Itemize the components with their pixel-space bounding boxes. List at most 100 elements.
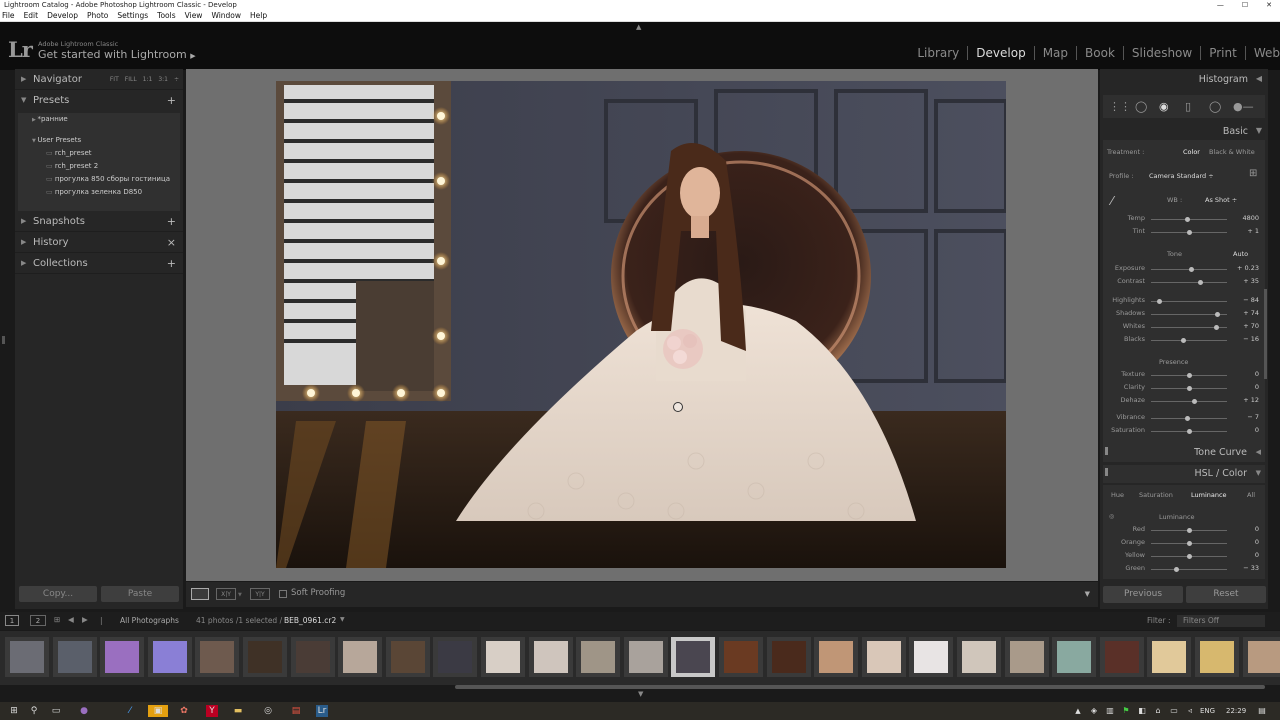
filmstrip-thumbnail[interactable] xyxy=(433,637,478,677)
before-after-icon[interactable]: X|Y xyxy=(216,588,236,600)
task-view-icon[interactable]: ▭ xyxy=(50,705,62,717)
slider-knob[interactable] xyxy=(1191,399,1197,404)
slider-saturation[interactable]: Saturation 0 xyxy=(1103,426,1265,436)
filmstrip-filename[interactable]: BEB_0961.cr2 xyxy=(284,616,336,625)
filter-dropdown[interactable]: Filters Off xyxy=(1177,615,1265,627)
slider-knob[interactable] xyxy=(1215,312,1221,317)
slider-value[interactable]: 0 xyxy=(1233,426,1259,434)
crop-tool-icon[interactable]: ⋮⋮ xyxy=(1109,100,1131,113)
histogram-collapse-icon[interactable]: ◀ xyxy=(1256,74,1262,83)
filmstrip-thumbnail[interactable] xyxy=(1147,637,1192,677)
slider-knob[interactable] xyxy=(1185,217,1191,222)
volume-icon[interactable]: ◃ xyxy=(1184,705,1196,717)
slider-track[interactable] xyxy=(1151,301,1227,302)
tray-icon[interactable]: ⌂ xyxy=(1152,705,1164,717)
slider-knob[interactable] xyxy=(1156,299,1162,304)
menu-file[interactable]: File xyxy=(2,10,15,21)
photo-preview[interactable] xyxy=(276,81,1006,568)
preset-item[interactable]: ▭ rch_preset xyxy=(18,147,180,160)
module-library[interactable]: Library xyxy=(909,46,969,60)
filmstrip-thumbnail[interactable] xyxy=(338,637,383,677)
slider-value[interactable]: + 0.23 xyxy=(1233,264,1259,272)
slider-knob[interactable] xyxy=(1187,429,1192,434)
previous-button[interactable]: Previous xyxy=(1103,586,1183,603)
filmstrip-thumbnail[interactable] xyxy=(195,637,240,677)
network-icon[interactable]: ▭ xyxy=(1168,705,1180,717)
tray-icon[interactable]: ▥ xyxy=(1104,705,1116,717)
filmstrip-thumbnail[interactable] xyxy=(481,637,525,677)
snapshots-header[interactable]: ▶ Snapshots + xyxy=(15,211,183,232)
add-preset-icon[interactable]: + xyxy=(167,90,176,111)
basic-collapse-icon[interactable]: ▼ xyxy=(1256,126,1262,135)
menu-view[interactable]: View xyxy=(185,10,203,21)
tray-icon[interactable]: ⚑ xyxy=(1120,705,1132,717)
filename-dropdown-icon[interactable]: ▼ xyxy=(340,616,345,623)
tray-icon[interactable]: ◧ xyxy=(1136,705,1148,717)
folder-icon[interactable]: ▬ xyxy=(232,705,244,717)
filmstrip-thumbnail[interactable] xyxy=(766,637,811,677)
filmstrip-thumbnail[interactable] xyxy=(100,637,145,677)
slider-value[interactable]: + 35 xyxy=(1233,277,1259,285)
slider-track[interactable] xyxy=(1151,401,1227,402)
filmstrip-thumbnail[interactable] xyxy=(385,637,430,677)
history-header[interactable]: ▶ History × xyxy=(15,232,183,253)
slider-track[interactable] xyxy=(1151,282,1227,283)
before-after-dropdown-icon[interactable]: ▼ xyxy=(238,592,242,598)
second-window-button[interactable]: 2 xyxy=(30,615,46,626)
filmstrip-thumbnail[interactable] xyxy=(290,637,335,677)
collections-header[interactable]: ▶ Collections + xyxy=(15,253,183,274)
slider-value[interactable]: − 16 xyxy=(1233,335,1259,343)
menu-help[interactable]: Help xyxy=(250,10,267,21)
hsl-header[interactable]: HSL / Color ▼ xyxy=(1103,465,1265,483)
reset-button[interactable]: Reset xyxy=(1186,586,1266,603)
slider-red[interactable]: Red 0 xyxy=(1103,525,1265,535)
slider-value[interactable]: − 7 xyxy=(1233,413,1259,421)
zoom-3-1[interactable]: 3:1 xyxy=(158,69,168,90)
hsl-tab-saturation[interactable]: Saturation xyxy=(1139,491,1173,499)
filmstrip-source[interactable]: All Photographs xyxy=(120,616,179,625)
lightroom-taskbar-icon[interactable]: Lr xyxy=(316,705,328,717)
white-balance-picker-icon[interactable]: ⁄ xyxy=(1111,194,1113,208)
graduated-filter-icon[interactable]: ▯ xyxy=(1185,100,1191,113)
app-icon[interactable]: ⁄ xyxy=(124,705,136,717)
tray-expand-icon[interactable]: ▲ xyxy=(1072,705,1084,717)
auto-tone-button[interactable]: Auto xyxy=(1233,250,1248,258)
filmstrip-thumbnail[interactable] xyxy=(909,637,954,677)
slider-knob[interactable] xyxy=(1188,267,1194,272)
slider-knob[interactable] xyxy=(1187,230,1192,235)
app-icon[interactable]: Y xyxy=(206,705,218,717)
slider-value[interactable]: + 1 xyxy=(1233,227,1259,235)
module-slideshow[interactable]: Slideshow xyxy=(1124,46,1202,60)
slider-value[interactable]: − 84 xyxy=(1233,296,1259,304)
filmstrip-thumbnail[interactable] xyxy=(814,637,859,677)
slider-track[interactable] xyxy=(1151,569,1227,570)
hsl-toggle-icon[interactable] xyxy=(1105,468,1108,476)
hsl-tab-luminance[interactable]: Luminance xyxy=(1191,491,1227,499)
language-indicator[interactable]: ENG xyxy=(1200,707,1215,715)
menu-edit[interactable]: Edit xyxy=(24,10,39,21)
left-panel-collapse-icon[interactable] xyxy=(2,336,5,344)
navigator-header[interactable]: ▶ Navigator FIT FILL 1:1 3:1 ÷ xyxy=(15,69,183,90)
preset-item[interactable]: ▭ прогулка зеленка D850 xyxy=(18,186,180,199)
slider-value[interactable]: 4800 xyxy=(1233,214,1259,222)
module-book[interactable]: Book xyxy=(1077,46,1124,60)
slider-knob[interactable] xyxy=(1213,325,1219,330)
treatment-bw[interactable]: Black & White xyxy=(1209,148,1255,156)
profile-browser-icon[interactable]: ⊞ xyxy=(1249,168,1257,179)
forward-arrow-icon[interactable]: ▶ xyxy=(82,615,88,624)
filmstrip-thumbnail[interactable] xyxy=(5,637,49,677)
loupe-view-icon[interactable] xyxy=(191,588,209,600)
slider-tint[interactable]: Tint + 1 xyxy=(1103,227,1265,237)
slider-whites[interactable]: Whites + 70 xyxy=(1103,322,1265,332)
slider-dehaze[interactable]: Dehaze + 12 xyxy=(1103,396,1265,406)
filmstrip-thumbnail[interactable] xyxy=(1242,637,1280,677)
slider-green[interactable]: Green − 33 xyxy=(1103,564,1265,574)
filmstrip-thumbnail[interactable] xyxy=(1004,637,1049,677)
slider-knob[interactable] xyxy=(1187,528,1192,533)
menu-window[interactable]: Window xyxy=(211,10,241,21)
preset-group[interactable]: ▼ User Presets xyxy=(18,134,180,147)
filmstrip-thumbnail[interactable] xyxy=(671,637,716,677)
tray-icon[interactable]: ◈ xyxy=(1088,705,1100,717)
presets-header[interactable]: ▼ Presets + xyxy=(15,90,183,111)
slider-knob[interactable] xyxy=(1174,567,1180,572)
